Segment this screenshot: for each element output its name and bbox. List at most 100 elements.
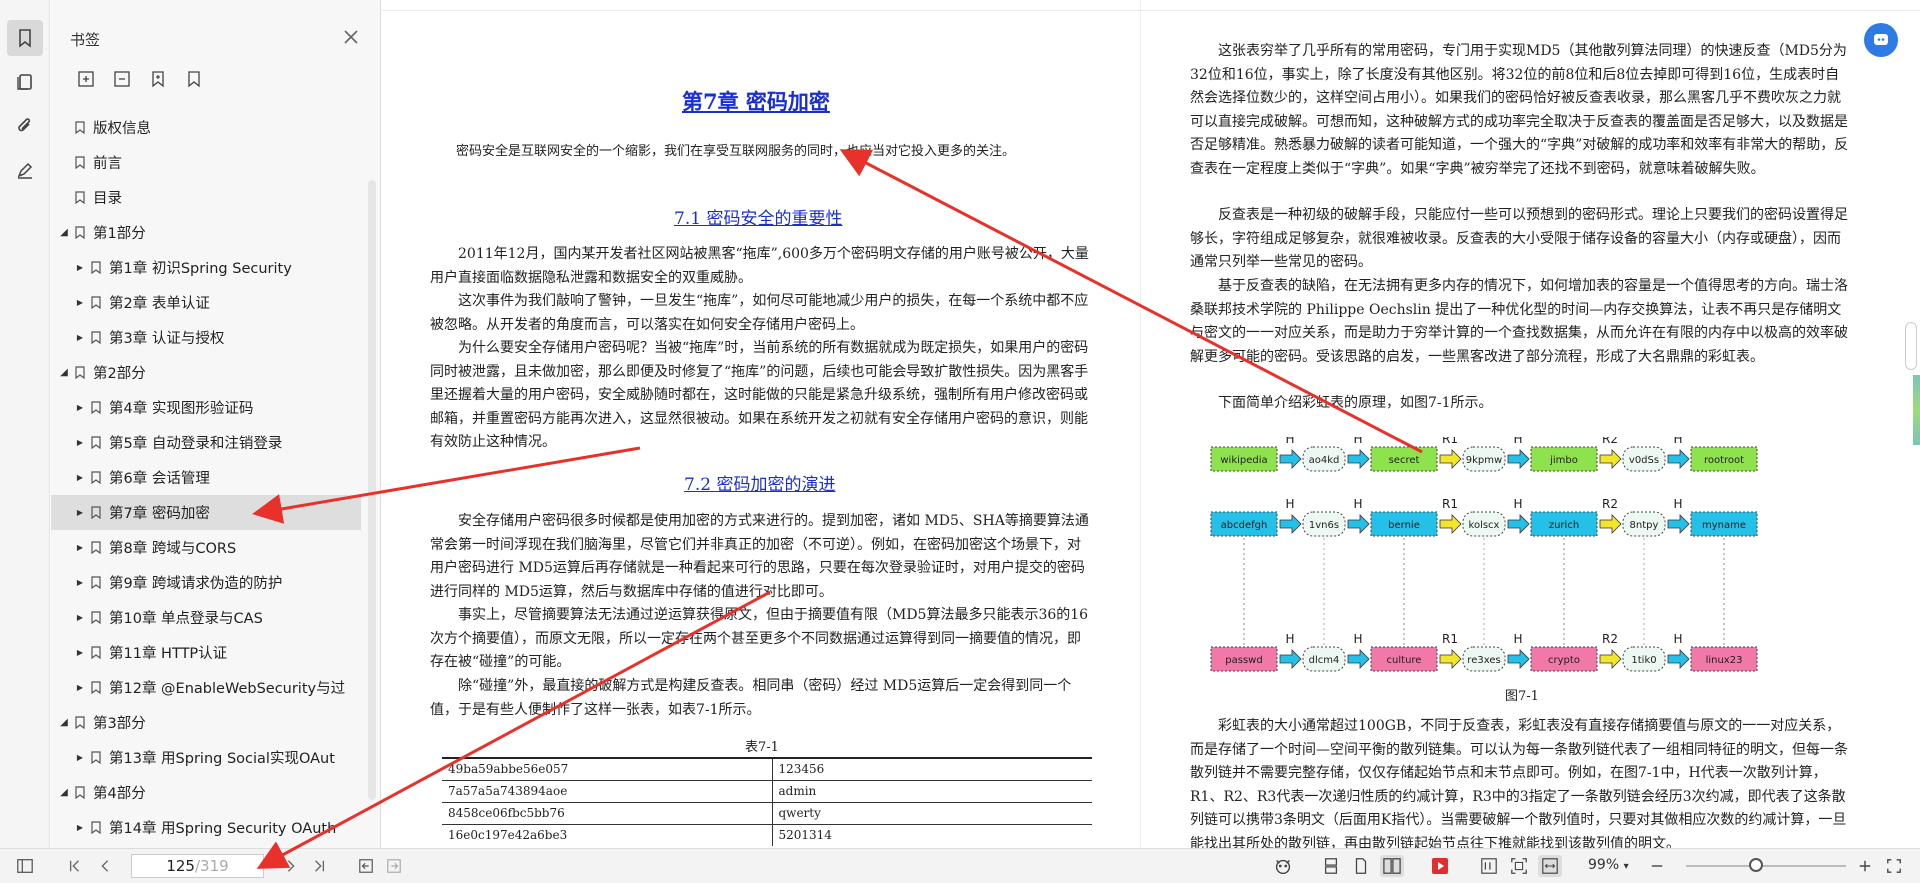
expanded-caret-icon[interactable]: ◢	[59, 787, 69, 798]
assistant-icon[interactable]	[1864, 23, 1898, 57]
collapsed-caret-icon[interactable]: ▶	[75, 578, 85, 587]
collapsed-caret-icon[interactable]: ▶	[75, 753, 85, 762]
collapsed-caret-icon[interactable]: ▶	[75, 473, 85, 482]
play-icon[interactable]	[1428, 855, 1452, 877]
bookmark-item[interactable]: ▶ 第12章 @EnableWebSecurity与过	[51, 670, 361, 705]
bookmark-icon[interactable]	[183, 68, 205, 90]
bookmark-item[interactable]: ◢ 第4部分	[51, 775, 361, 810]
bookmark-item[interactable]: ▶ 第2章 表单认证	[51, 285, 361, 320]
back-icon[interactable]	[356, 855, 376, 877]
fit-width-icon[interactable]	[1538, 855, 1562, 877]
expanded-caret-icon[interactable]: ◢	[59, 367, 69, 378]
op-arrow	[1507, 649, 1530, 669]
first-page-icon[interactable]	[66, 855, 84, 877]
bookmark-icon	[75, 191, 85, 204]
node-label: 9kpmw	[1466, 455, 1502, 466]
expanded-caret-icon[interactable]: ◢	[59, 717, 69, 728]
bookmark-item[interactable]: ▶ 第5章 自动登录和注销登录	[51, 425, 361, 460]
next-page-icon[interactable]	[282, 855, 300, 877]
bookmark-item[interactable]: ◢ 第2部分	[51, 355, 361, 390]
panel-scrollbar[interactable]	[368, 180, 376, 800]
bookmark-item[interactable]: ▶ 第3章 认证与授权	[51, 320, 361, 355]
bookmark-icon	[75, 786, 85, 799]
bookmark-item[interactable]: ▶ 第10章 单点登录与CAS	[51, 600, 361, 635]
zoom-out-icon[interactable]	[1648, 855, 1666, 877]
prev-page-icon[interactable]	[96, 855, 114, 877]
table-cell: 49ba59abbe56e057	[442, 757, 773, 780]
total-pages: /319	[194, 857, 229, 875]
actual-size-icon[interactable]	[1478, 855, 1500, 877]
node-label: re3xes	[1467, 655, 1500, 666]
collapsed-caret-icon[interactable]: ▶	[75, 613, 85, 622]
last-page-icon[interactable]	[310, 855, 328, 877]
collapsed-caret-icon[interactable]: ▶	[75, 648, 85, 657]
section-7-1-title[interactable]: 7.1 密码安全的重要性	[674, 204, 842, 229]
zoom-slider-handle[interactable]	[1749, 858, 1763, 872]
bookmark-item[interactable]: ▶ 第14章 用Spring Security OAuth	[51, 810, 361, 845]
zoom-slider[interactable]	[1686, 865, 1846, 867]
collapsed-caret-icon[interactable]: ▶	[75, 508, 85, 517]
collapsed-caret-icon[interactable]: ▶	[75, 438, 85, 447]
op-label: H	[1285, 437, 1294, 446]
read-mode-icon[interactable]	[1270, 855, 1296, 877]
bookmark-item[interactable]: ▶ 第1章 初识Spring Security	[51, 250, 361, 285]
expand-all-icon[interactable]	[75, 68, 97, 90]
rainbow-table-figure: wikipedia Hao4kd Hsecret R1 9kpmw Hjimbo R2 v0d…	[1210, 437, 1758, 672]
zoom-level[interactable]: 99% ▾	[1588, 857, 1629, 873]
paragraph: 彩虹表的大小通常超过100GB，不同于反查表，彩虹表没有直接存储摘要值与原文的一…	[1190, 718, 1848, 852]
collapsed-caret-icon[interactable]: ▶	[75, 543, 85, 552]
close-icon[interactable]	[342, 28, 360, 46]
bookmark-item[interactable]: 前言	[51, 145, 361, 180]
bookmark-item[interactable]: ▶ 第11章 HTTP认证	[51, 635, 361, 670]
bookmark-item[interactable]: ▶ 第9章 跨域请求伪造的防护	[51, 565, 361, 600]
bookmark-item[interactable]: ◢ 第1部分	[51, 215, 361, 250]
expanded-caret-icon[interactable]: ◢	[59, 227, 69, 238]
collapse-all-icon[interactable]	[111, 68, 133, 90]
signature-icon[interactable]	[7, 152, 43, 188]
op-label: R1	[1442, 497, 1458, 511]
bookmark-item[interactable]: ▶ 第6章 会话管理	[51, 460, 361, 495]
bookmark-item[interactable]: ▶ 第13章 用Spring Social实现OAut	[51, 740, 361, 775]
bookmark-item[interactable]: ◢ 第3部分	[51, 705, 361, 740]
op-arrow	[1347, 449, 1370, 469]
collapsed-caret-icon[interactable]: ▶	[75, 333, 85, 342]
sidebar-toggle-icon[interactable]	[14, 855, 36, 877]
page-separator	[1140, 0, 1141, 848]
collapsed-caret-icon[interactable]: ▶	[75, 823, 85, 832]
bookmark-icon	[91, 576, 101, 589]
bookmark-item[interactable]: 版权信息	[51, 110, 361, 145]
bookmark-icon	[75, 121, 85, 134]
continuous-view-icon[interactable]	[1320, 855, 1342, 877]
zoom-in-icon[interactable]	[1856, 855, 1874, 877]
op-arrow	[1507, 514, 1530, 534]
bookmark-item[interactable]: 目录	[51, 180, 361, 215]
bookmark-item[interactable]: ▶ 第4章 实现图形验证码	[51, 390, 361, 425]
bookmark-icon	[91, 646, 101, 659]
forward-icon[interactable]	[384, 855, 404, 877]
fullscreen-icon[interactable]	[1884, 855, 1904, 877]
op-arrow	[1347, 514, 1370, 534]
bookmark-label: 第8章 跨域与CORS	[109, 541, 237, 557]
add-bookmark-icon[interactable]	[147, 68, 169, 90]
fit-page-icon[interactable]	[1508, 855, 1530, 877]
paragraph: 为什么要安全存储用户密码呢？当被“拖库”时，当前系统的所有数据就成为既定损失，如…	[430, 340, 1089, 450]
page-number-input[interactable]: 125/319	[131, 854, 264, 878]
attachment-icon[interactable]	[7, 108, 43, 144]
table-cell: 7a57a5a743894aoe	[442, 779, 773, 802]
single-page-icon[interactable]	[1350, 855, 1372, 877]
two-page-icon[interactable]	[1380, 855, 1404, 877]
bookmark-icon	[91, 471, 101, 484]
section-7-2-title[interactable]: 7.2 密码加密的演进	[684, 470, 835, 495]
bookmark-panel-icon[interactable]	[7, 20, 43, 56]
collapsed-caret-icon[interactable]: ▶	[75, 263, 85, 272]
document-scrollbar[interactable]	[1905, 322, 1917, 370]
bookmark-item[interactable]: ▶ 第7章 密码加密	[51, 495, 361, 530]
bookmark-item[interactable]: ▶ 第8章 跨域与CORS	[51, 530, 361, 565]
collapsed-caret-icon[interactable]: ▶	[75, 683, 85, 692]
collapsed-caret-icon[interactable]: ▶	[75, 403, 85, 412]
thumbnails-icon[interactable]	[7, 64, 43, 100]
collapsed-caret-icon[interactable]: ▶	[75, 298, 85, 307]
chapter-title[interactable]: 第7章 密码加密	[682, 86, 830, 116]
chapter-intro: 密码安全是互联网安全的一个缩影，我们在享受互联网服务的同时，也应当对它投入更多的…	[456, 144, 1016, 159]
bottom-toolbar: 125/319 99% ▾	[0, 848, 1920, 883]
